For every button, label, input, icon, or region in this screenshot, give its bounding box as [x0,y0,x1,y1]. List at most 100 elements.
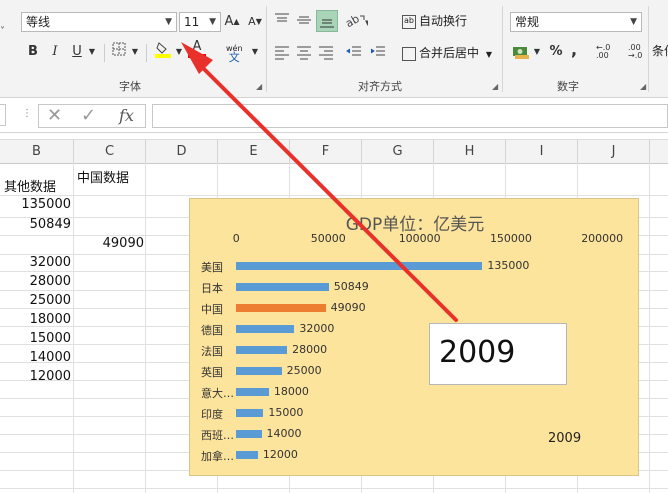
italic-button[interactable]: I [46,42,64,62]
year-textbox[interactable]: 2009 [429,323,567,385]
font-dialog-launcher-icon[interactable]: ◢ [256,82,262,91]
confirm-icon[interactable]: ✓ [81,105,96,126]
accounting-format-icon[interactable] [512,44,530,63]
cell-b-value[interactable]: 14000 [30,350,71,365]
borders-icon[interactable] [110,42,128,63]
group-divider [266,6,267,92]
cell-b-value[interactable]: 18000 [30,312,71,327]
column-header-row: B C D E F G H I J [0,139,668,164]
bar-0[interactable] [236,262,483,270]
bar-3[interactable] [236,325,295,333]
align-right-icon[interactable] [318,44,334,63]
chevron-down-icon[interactable]: ▼ [532,42,542,62]
bar-4[interactable] [236,346,288,354]
alignment-group-label: 对齐方式 [358,80,402,93]
group-divider [502,6,503,92]
cell-b-value[interactable]: 12000 [30,369,71,384]
cancel-icon[interactable]: ✕ [47,105,62,126]
column-header-c[interactable]: C [74,140,146,163]
cell-b-value[interactable]: 15000 [30,331,71,346]
data-label: 32000 [299,322,335,335]
grow-font-icon[interactable]: A▲ [223,12,241,32]
cell-c-header[interactable]: 中国数据 [77,167,129,186]
merge-center-button[interactable]: 合并后居中 ▼ [402,44,492,64]
year-textbox-value: 2009 [439,335,516,370]
percent-style-button[interactable]: % [548,42,564,62]
align-middle-icon[interactable] [296,12,312,31]
increase-indent-icon[interactable] [370,44,386,63]
bar-1[interactable] [236,283,329,291]
bar-5[interactable] [236,367,282,375]
number-group-label: 数字 [557,80,579,93]
column-header-f[interactable]: F [290,140,362,163]
data-label: 14000 [266,427,302,440]
data-label: 49090 [330,301,366,314]
cell-b-value[interactable]: 32000 [30,255,71,270]
name-box-edge[interactable] [0,104,6,126]
column-header-i[interactable]: I [506,140,578,163]
cell-b-value[interactable]: 25000 [30,293,71,308]
chevron-down-icon[interactable]: ▼ [486,50,492,59]
divider [146,44,147,62]
column-header-b[interactable]: B [0,140,74,163]
font-size-value: 11 [184,15,200,29]
chevron-down-icon[interactable]: ▼ [250,42,260,62]
number-format-combo[interactable]: 常规 ▼ [510,12,642,32]
font-size-combo[interactable]: 11 ▼ [179,12,221,32]
column-header-d[interactable]: D [146,140,218,163]
bar-7[interactable] [236,409,264,417]
shrink-font-icon[interactable]: A▼ [246,12,264,32]
svg-text:ab: ab [346,12,362,28]
cell-b-header[interactable]: 其他数据 [4,176,56,195]
data-label: 12000 [262,448,298,461]
column-header-h[interactable]: H [434,140,506,163]
font-name-combo[interactable]: 等线 ▼ [21,12,177,32]
chevron-down-icon[interactable]: ▼ [165,13,172,31]
formula-input[interactable] [152,104,668,128]
chevron-down-icon[interactable]: ▼ [630,13,637,31]
chevron-down-icon[interactable]: ▼ [174,42,184,62]
font-name-value: 等线 [26,15,51,29]
merge-icon [402,46,416,61]
increase-decimal-button[interactable]: ←.0 .00 [596,44,618,60]
bar-9[interactable] [236,451,258,459]
data-label: 50849 [333,280,369,293]
align-center-icon[interactable] [296,44,312,63]
insert-function-icon[interactable]: fx [119,106,134,125]
cell-c-value[interactable]: 49090 [103,236,144,251]
column-header-g[interactable]: G [362,140,434,163]
align-left-icon[interactable] [274,44,290,63]
cell-b-value[interactable]: 28000 [30,274,71,289]
year-label[interactable]: 2009 [548,431,581,446]
alignment-dialog-launcher-icon[interactable]: ◢ [492,82,498,91]
fill-color-icon[interactable] [154,40,172,65]
bar-2[interactable] [236,304,326,312]
wrap-text-icon: ab [402,14,416,29]
column-header-e[interactable]: E [218,140,290,163]
decrease-indent-icon[interactable] [346,44,362,63]
conditional-format-button[interactable]: 条件 [652,42,668,59]
chevron-down-icon[interactable]: ▼ [209,13,216,31]
chevron-down-icon[interactable]: ▼ [130,42,140,62]
number-format-value: 常规 [515,15,540,29]
align-bottom-icon[interactable] [316,10,338,32]
orientation-icon[interactable]: ab ▼ [343,12,371,31]
ribbon: ˅ 等线 ▼ 11 ▼ A▲ A▼ B I U ▼ ▼ ▼ A wén 文 ▼ … [0,0,668,98]
decrease-decimal-button[interactable]: .00 →.0 [628,44,650,60]
align-top-icon[interactable] [274,12,290,31]
number-dialog-launcher-icon[interactable]: ◢ [640,82,646,91]
chevron-down-icon[interactable]: ▼ [86,42,98,62]
phonetic-bottom: 文 [228,51,240,64]
wrap-text-button[interactable]: ab 自动换行 [402,12,467,30]
bar-8[interactable] [236,430,262,438]
underline-button[interactable]: U [68,42,86,62]
phonetic-guide-icon[interactable]: wén 文 [226,44,243,64]
cell-b-value[interactable]: 50849 [30,217,71,232]
column-header-j[interactable]: J [578,140,650,163]
chart-area[interactable]: GDP单位：亿美元 0 50000 100000 150000 200000 美国 日本中… [189,198,639,476]
cell-b-value[interactable]: 135000 [21,197,71,212]
comma-style-button[interactable]: , [568,40,580,60]
bold-button[interactable]: B [24,42,42,62]
bar-6[interactable] [236,388,269,396]
font-color-icon[interactable]: A [188,40,206,58]
